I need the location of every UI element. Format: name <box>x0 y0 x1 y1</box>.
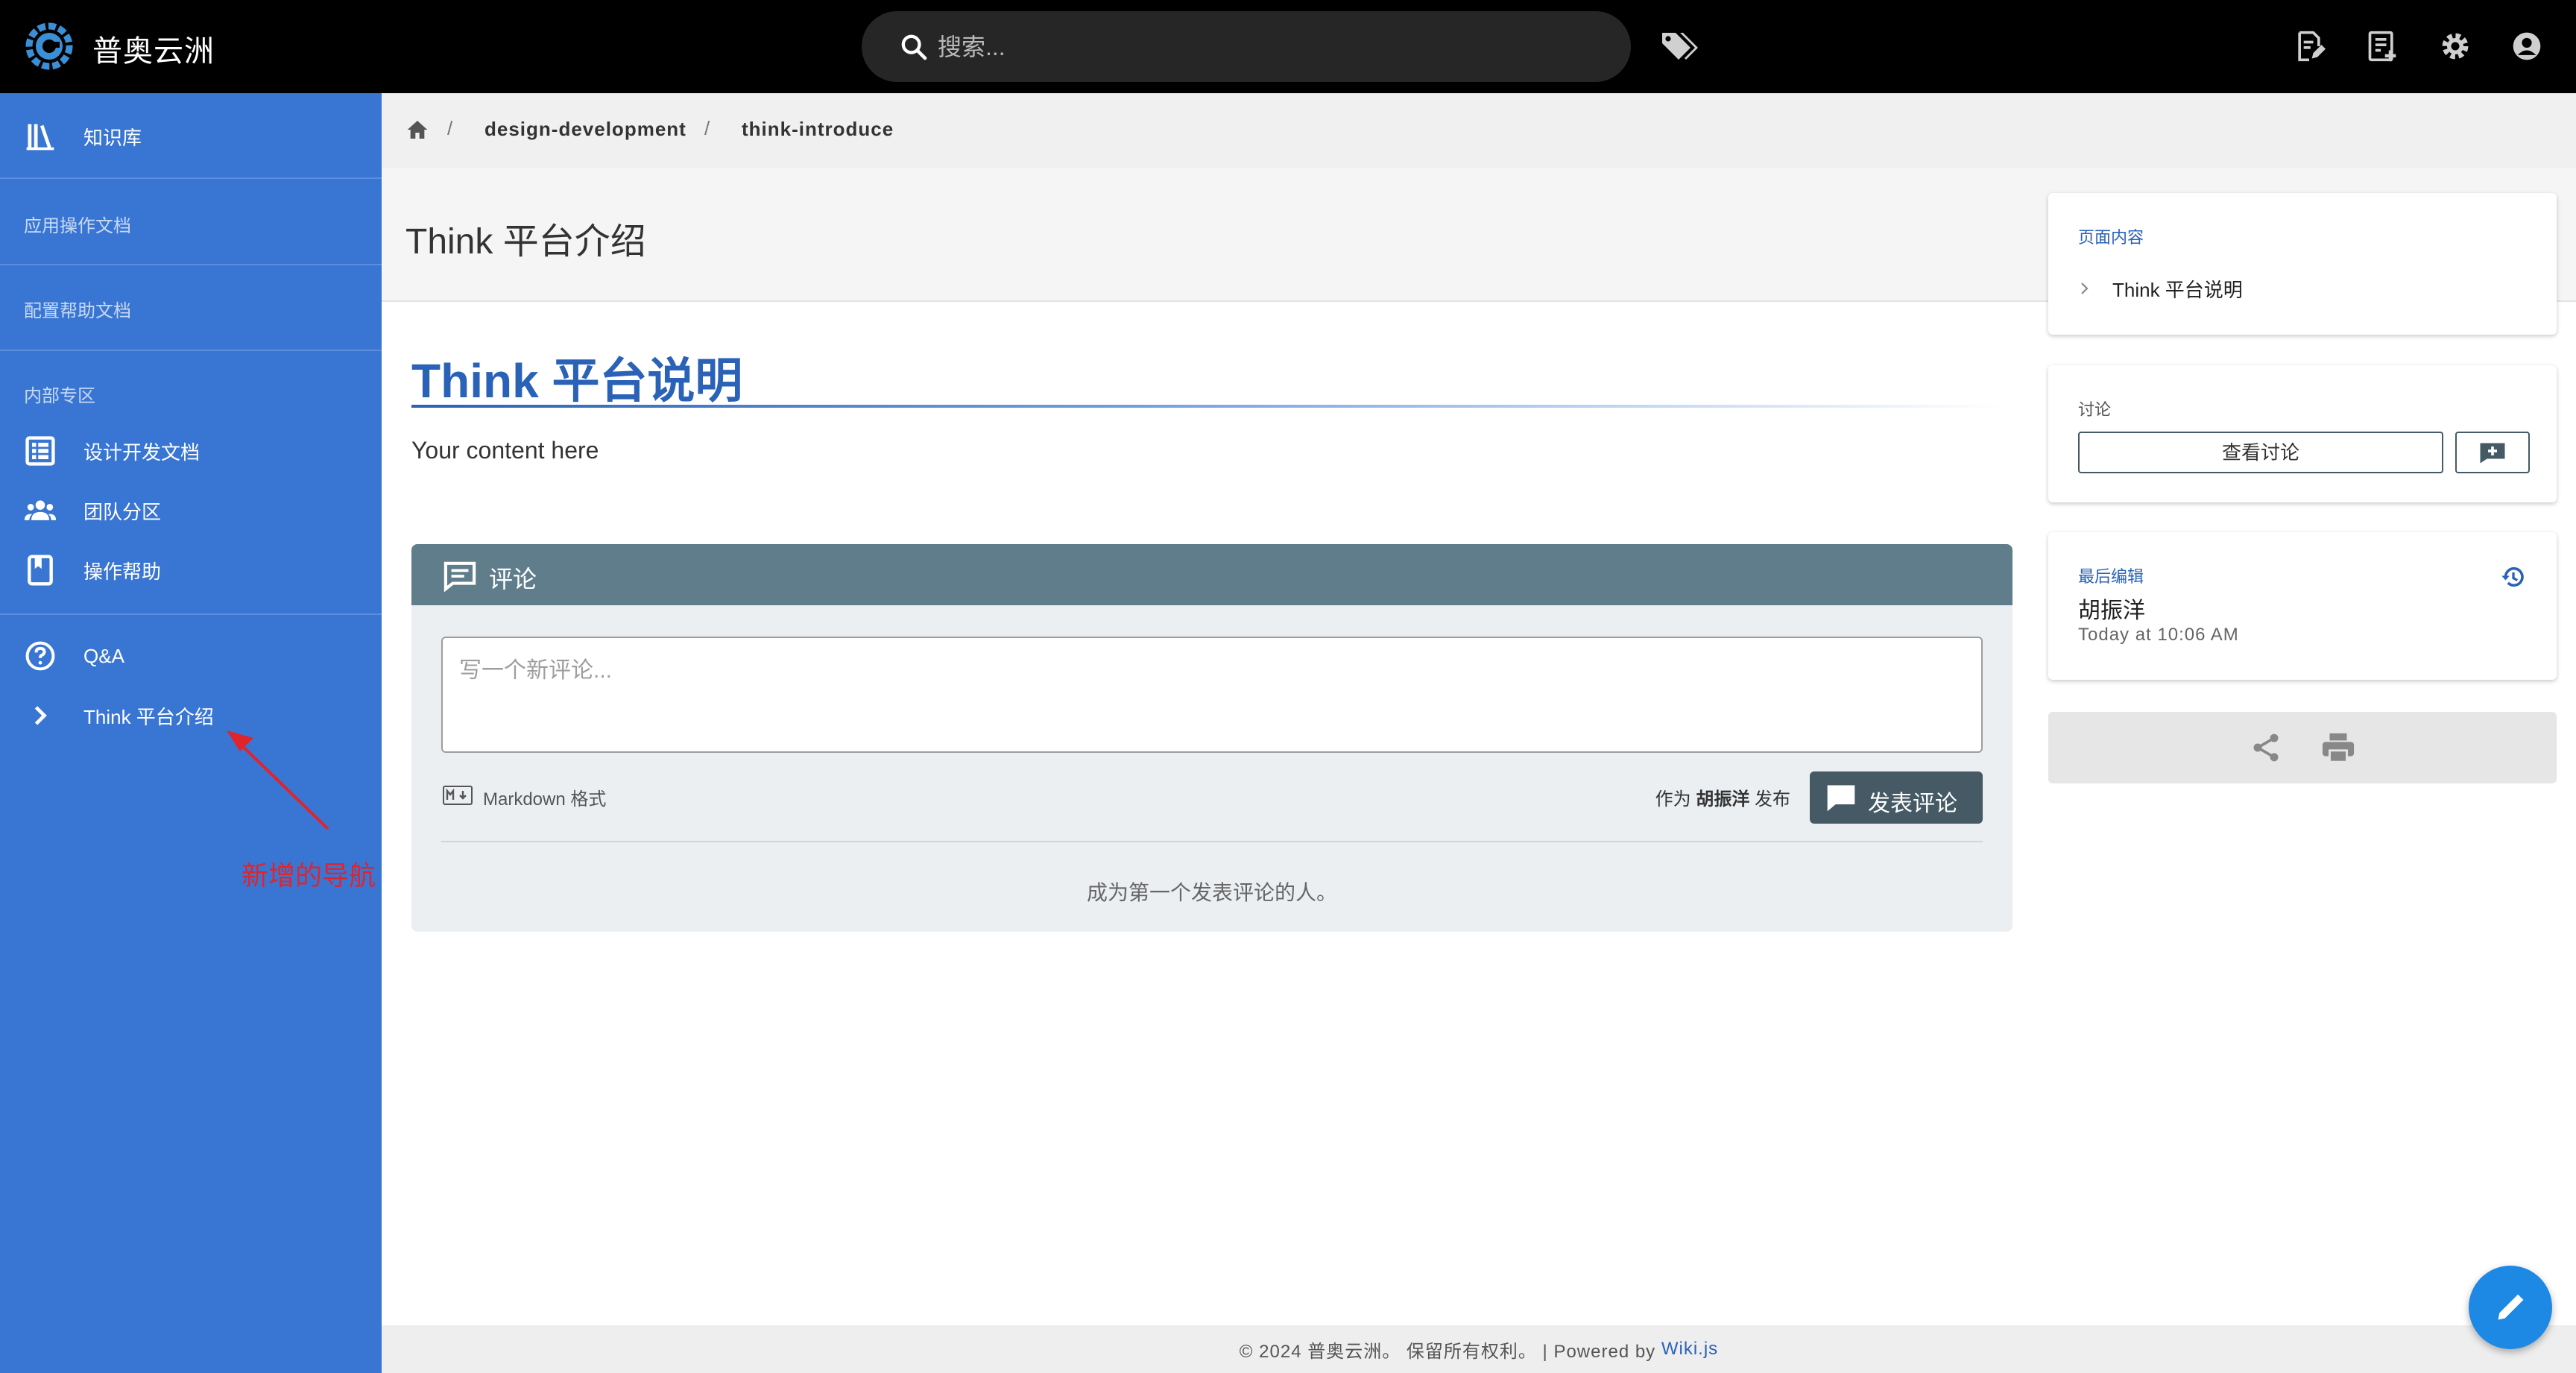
sidebar-header-internal: 内部专区 <box>24 386 95 406</box>
last-edit-card: 最后编辑 胡振洋 Today at 10:06 AM <box>2048 532 2557 680</box>
comment-input[interactable] <box>441 637 1983 753</box>
annotation-text: 新增的导航 <box>242 860 376 891</box>
sidebar-item-label: Q&A <box>83 644 124 667</box>
help-circle-icon <box>25 641 55 671</box>
breadcrumb-separator: / <box>447 117 453 139</box>
logo-icon[interactable] <box>22 19 76 73</box>
comment-icon <box>1827 785 1855 812</box>
sidebar-divider <box>0 177 382 179</box>
sidebar-divider <box>0 613 382 615</box>
comments-header: 评论 <box>411 544 2012 605</box>
tags-icon[interactable] <box>1659 28 1698 64</box>
last-edit-label: 最后编辑 <box>2078 567 2144 586</box>
toc-item[interactable]: Think 平台说明 <box>2112 275 2243 303</box>
sidebar-item-label: 设计开发文档 <box>83 441 201 464</box>
comments-section: 评论 Markdown 格式 作为 胡振洋 发布 发表评论 成为第一个发表评论的… <box>411 544 2012 932</box>
sidebar-item-knowledge-base[interactable]: 知识库 <box>0 107 382 166</box>
toc-card: 页面内容 Think 平台说明 <box>2048 193 2557 335</box>
sidebar-divider <box>0 350 382 351</box>
grid-icon <box>25 436 55 466</box>
sidebar-item-design-docs[interactable]: 设计开发文档 <box>0 421 382 481</box>
sidebar-item-label: 操作帮助 <box>83 560 162 583</box>
post-as-text: 作为 胡振洋 发布 <box>1655 789 1790 809</box>
gear-icon[interactable] <box>2439 30 2472 63</box>
bookmark-icon <box>28 555 53 586</box>
empty-comments-message: 成为第一个发表评论的人。 <box>1086 881 1337 904</box>
view-discussion-button[interactable]: 查看讨论 <box>2078 432 2443 473</box>
add-comment-icon <box>2480 443 2505 464</box>
chevron-right-icon <box>2081 283 2089 294</box>
comments-divider <box>441 841 1983 842</box>
team-icon <box>24 500 57 520</box>
sidebar-item-label: 团队分区 <box>83 500 162 523</box>
page-title: Think 平台介绍 <box>405 222 646 262</box>
print-icon[interactable] <box>2321 731 2355 764</box>
markdown-icon <box>443 786 473 805</box>
heading-underline <box>411 405 2004 408</box>
breadcrumb-item[interactable]: design-development <box>484 118 686 141</box>
edit-time: Today at 10:06 AM <box>2078 625 2239 645</box>
markdown-label: Markdown 格式 <box>483 789 607 809</box>
history-icon[interactable] <box>2500 564 2527 590</box>
account-icon[interactable] <box>2510 30 2543 63</box>
page-actions-bar <box>2048 712 2557 783</box>
post-comment-label: 发表评论 <box>1868 792 1957 816</box>
search-input[interactable] <box>938 26 1594 68</box>
discussion-card: 讨论 查看讨论 <box>2048 365 2557 502</box>
breadcrumb-separator: / <box>704 117 710 139</box>
content-heading: Think 平台说明 <box>411 354 743 408</box>
sidebar-item-team[interactable]: 团队分区 <box>0 481 382 540</box>
toc-label: 页面内容 <box>2078 228 2144 247</box>
footer-link[interactable]: Wiki.js <box>1661 1339 1718 1360</box>
sidebar-item-help[interactable]: 操作帮助 <box>0 540 382 600</box>
pencil-icon <box>2498 1294 2524 1320</box>
app-title[interactable]: 普奥云洲 <box>92 27 215 70</box>
content-body: Your content here <box>411 437 599 464</box>
new-discussion-button[interactable] <box>2455 432 2530 473</box>
page-actions-icon[interactable] <box>2366 30 2399 63</box>
sidebar-item-label: 知识库 <box>83 126 142 149</box>
sidebar-item-label: Think 平台介绍 <box>83 705 214 728</box>
sidebar-header-app-docs[interactable]: 应用操作文档 <box>24 211 131 237</box>
search-bar[interactable] <box>862 11 1631 82</box>
top-bar: 普奥云洲 <box>0 0 2576 93</box>
comments-title: 评论 <box>489 566 537 593</box>
search-icon <box>901 34 927 60</box>
footer-text: © 2024 普奥云洲。 保留所有权利。 | Powered by <box>1239 1341 1656 1362</box>
comment-icon <box>443 561 476 592</box>
breadcrumb-item[interactable]: think-introduce <box>742 118 894 141</box>
home-icon[interactable] <box>405 119 429 141</box>
edit-page-button[interactable] <box>2469 1266 2552 1349</box>
library-icon <box>26 124 54 151</box>
discussion-label: 讨论 <box>2078 400 2112 419</box>
sidebar-header-config-docs[interactable]: 配置帮助文档 <box>24 296 131 322</box>
annotation-arrow <box>227 730 329 830</box>
breadcrumb <box>382 93 2576 168</box>
chevron-right-icon <box>34 706 47 725</box>
sidebar-divider <box>0 264 382 265</box>
new-page-icon[interactable] <box>2293 30 2326 63</box>
footer: © 2024 普奥云洲。 保留所有权利。 | Powered by Wiki.j… <box>382 1325 2576 1373</box>
editor-name: 胡振洋 <box>2078 599 2145 623</box>
post-comment-button[interactable]: 发表评论 <box>1810 771 1983 824</box>
share-icon[interactable] <box>2250 731 2282 764</box>
sidebar-item-qa[interactable]: Q&A <box>0 626 382 686</box>
